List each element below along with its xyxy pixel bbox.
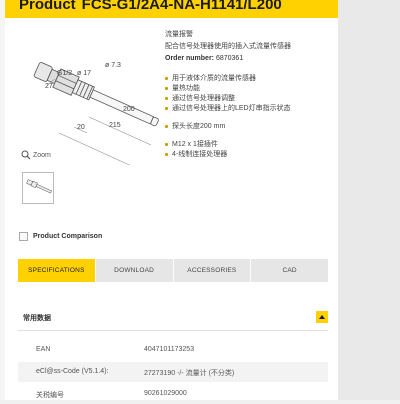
- bullet-icon: [165, 142, 168, 146]
- order-number-label: Order number:: [165, 55, 215, 62]
- feature-text: 探头长度200 mm: [172, 123, 226, 130]
- spec-key: EAN: [36, 346, 51, 353]
- spec-section-header[interactable]: 常用数据: [18, 310, 328, 326]
- spec-key: eCl@ss-Code (V5.1.4):: [36, 368, 109, 375]
- dim-200: 200: [123, 106, 135, 113]
- bullet-icon: [165, 124, 168, 128]
- spec-row-tariff: 关税编号 90261029000: [18, 384, 328, 404]
- feature-text: 通过信号处理器上的LED灯串指示状态: [172, 105, 291, 112]
- zoom-label: Zoom: [33, 151, 51, 159]
- bullet-icon: [165, 86, 168, 90]
- product-description: 配合信号处理器使用的插入式流量传感器: [165, 43, 291, 50]
- product-thumbnail[interactable]: [22, 172, 54, 204]
- thumbnail-sensor-image: [26, 179, 52, 194]
- tab-download[interactable]: DOWNLOAD: [95, 259, 174, 282]
- feature-item: 量热功能: [165, 83, 200, 93]
- feature-item: M12 x 1接插件: [165, 139, 218, 149]
- spec-row-eclass: eCl@ss-Code (V5.1.4): 27273190 -/- 流量计 (…: [18, 362, 328, 382]
- product-category: 流量报警: [165, 31, 193, 38]
- dim-215: 215: [109, 122, 121, 129]
- title-label: Product: [19, 0, 76, 13]
- page-title: Product FCS-G1/2A4-NA-H1141/L200: [19, 0, 282, 13]
- product-image[interactable]: 27 G1/2 ø 17 ø 7.3 200 20 215: [19, 55, 169, 165]
- order-number-value: 6870361: [215, 55, 244, 62]
- spec-value: 27273190 -/- 流量计 (不分类): [144, 370, 235, 377]
- tab-cad[interactable]: CAD: [251, 259, 328, 282]
- product-comparison[interactable]: Product Comparison: [19, 232, 102, 241]
- feature-item: 探头长度200 mm: [165, 121, 225, 131]
- magnifier-icon: [21, 150, 31, 160]
- dim-d73: ø 7.3: [105, 62, 121, 69]
- spec-section-title: 常用数据: [23, 315, 51, 322]
- dim-g1: G1/2: [57, 70, 72, 77]
- feature-text: 用于液体介质的流量传感器: [172, 75, 256, 82]
- tab-accessories[interactable]: ACCESSORIES: [173, 259, 252, 282]
- feature-text: M12 x 1接插件: [172, 141, 218, 148]
- zoom-button[interactable]: Zoom: [21, 150, 51, 160]
- bullet-icon: [165, 106, 168, 110]
- comparison-label: Product Comparison: [33, 233, 103, 240]
- bullet-icon: [165, 152, 168, 156]
- collapse-button[interactable]: [316, 311, 328, 323]
- feature-item: 通过信号处理器调整: [165, 93, 235, 103]
- feature-item: 通过信号处理器上的LED灯串指示状态: [165, 103, 291, 113]
- comparison-checkbox[interactable]: [19, 232, 28, 241]
- divider: [18, 330, 328, 331]
- spec-value: 4047101173253: [144, 346, 195, 353]
- product-title-bar: Product FCS-G1/2A4-NA-H1141/L200: [5, 0, 338, 18]
- feature-text: 4-线制连接处理器: [172, 151, 228, 158]
- product-page: Product FCS-G1/2A4-NA-H1141/L200 27 G1/2…: [5, 0, 338, 400]
- feature-text: 通过信号处理器调整: [172, 95, 235, 102]
- spec-value: 90261029000: [144, 390, 187, 397]
- dim-27: 27: [45, 83, 53, 90]
- spec-key: 关税编号: [36, 392, 64, 399]
- product-code: FCS-G1/2A4-NA-H1141/L200: [81, 0, 282, 13]
- bullet-icon: [165, 76, 168, 80]
- dim-d17: ø 17: [77, 70, 91, 77]
- order-number: Order number: 6870361: [165, 55, 243, 62]
- right-sidebar-background: [338, 0, 400, 400]
- tab-specifications[interactable]: SPECIFICATIONS: [18, 259, 96, 282]
- chevron-up-icon: [319, 315, 325, 319]
- dim-20: 20: [77, 124, 85, 131]
- tab-bar: SPECIFICATIONS DOWNLOAD ACCESSORIES CAD: [18, 259, 328, 282]
- feature-item: 用于液体介质的流量传感器: [165, 73, 256, 83]
- feature-item: 4-线制连接处理器: [165, 149, 227, 159]
- bullet-icon: [165, 96, 168, 100]
- feature-text: 量热功能: [172, 85, 200, 92]
- spec-row-ean: EAN 4047101173253: [18, 340, 328, 360]
